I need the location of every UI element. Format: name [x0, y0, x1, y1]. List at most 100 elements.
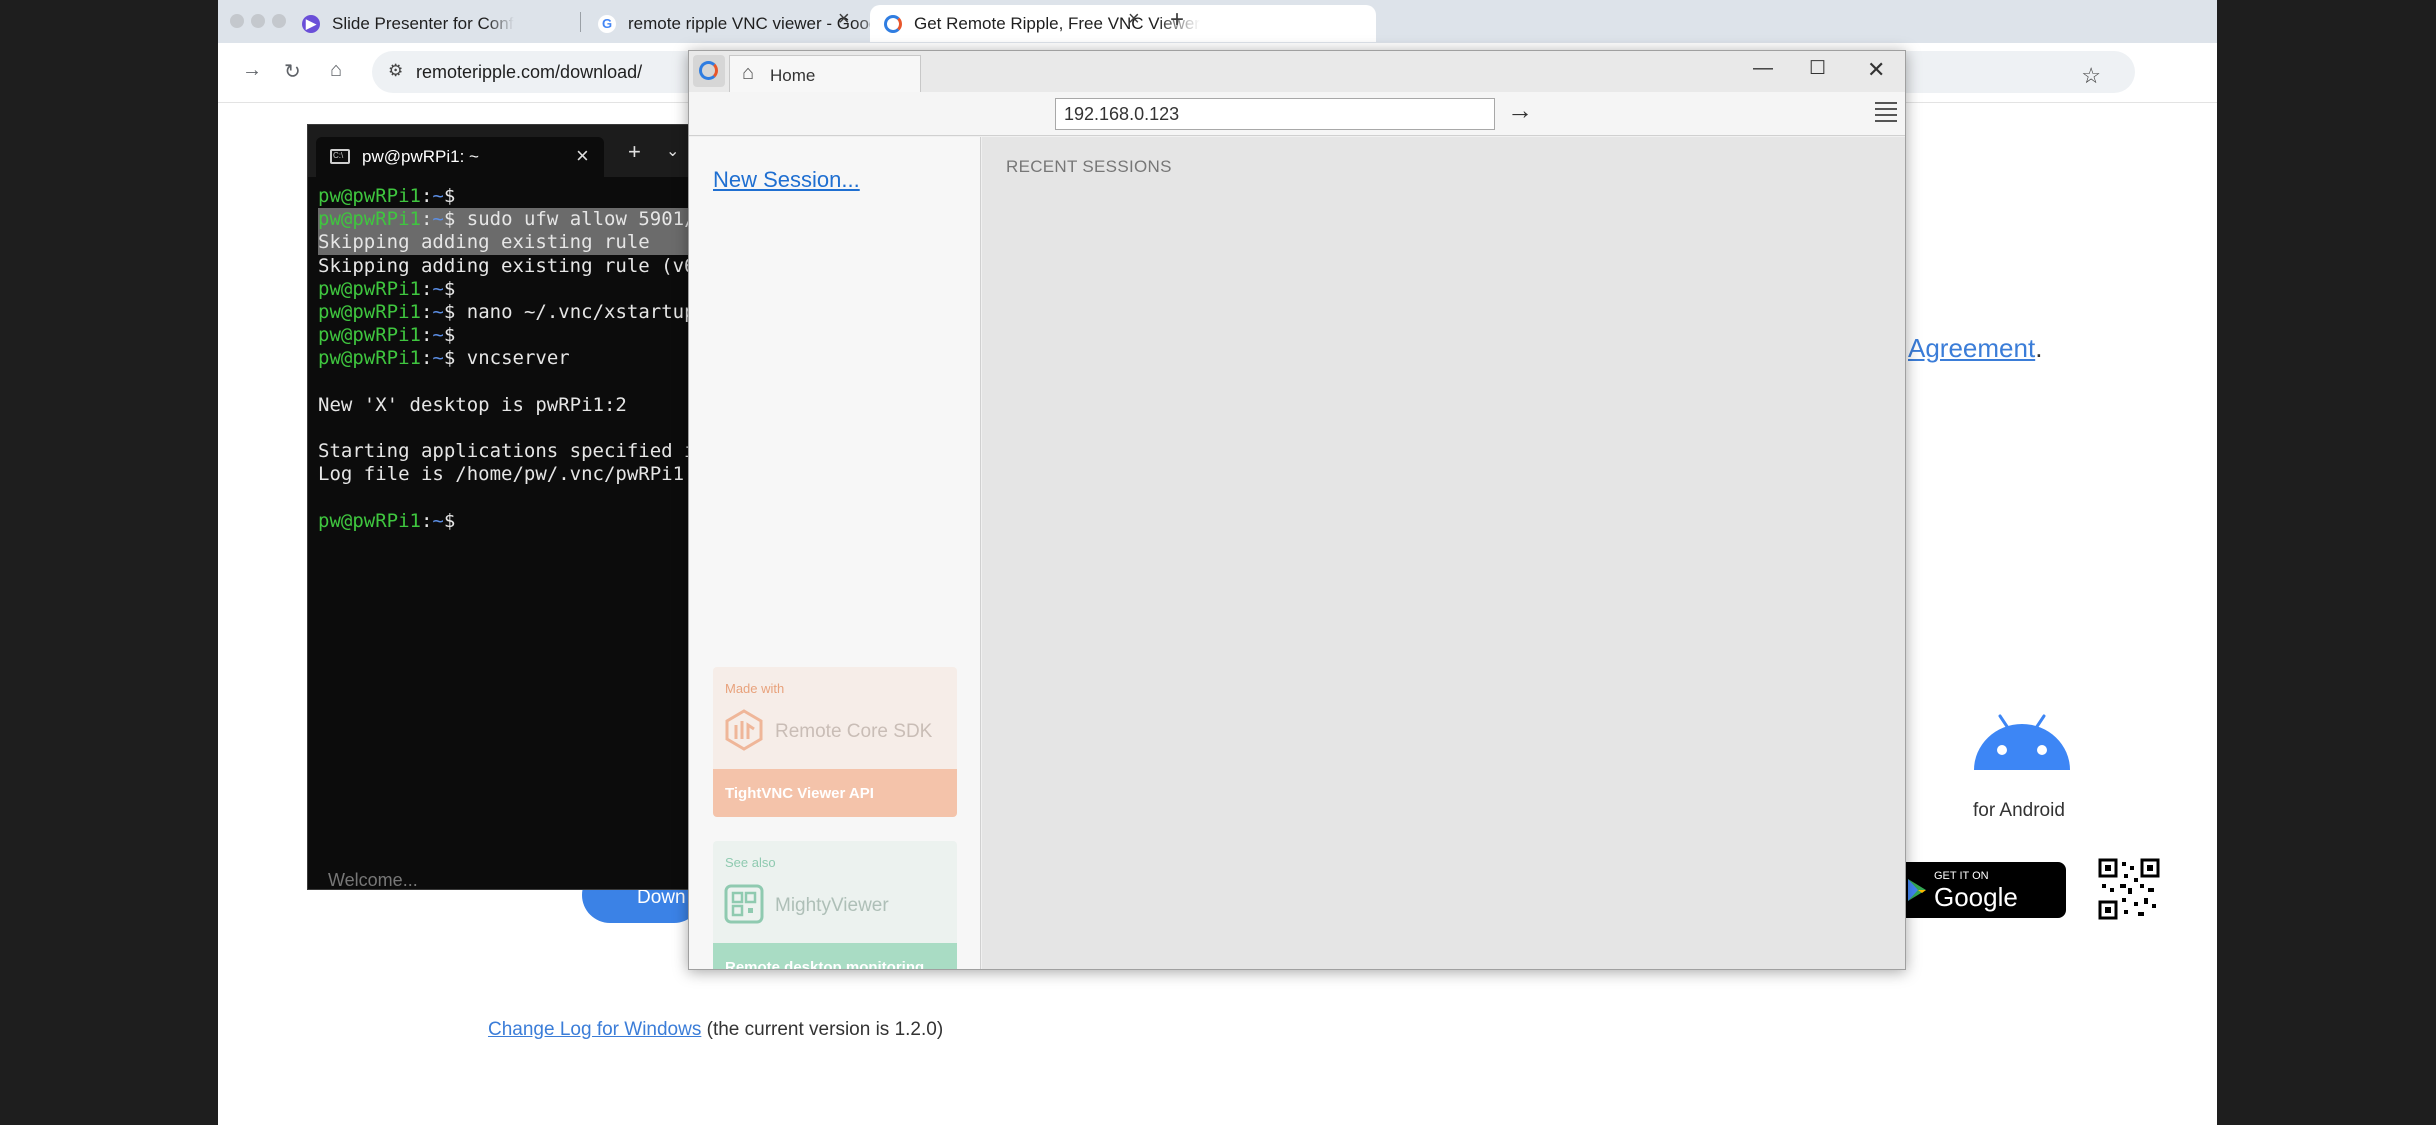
prompt-dollar: $: [443, 300, 456, 323]
new-session-link[interactable]: New Session...: [713, 167, 860, 193]
tab-remote-ripple[interactable]: Get Remote Ripple, Free VNC Viewer: [870, 5, 1376, 42]
home-icon[interactable]: ⌂: [330, 59, 342, 82]
terminal-line: Skipping adding existing rule: [318, 231, 696, 255]
remote-ripple-logo-icon[interactable]: [693, 55, 725, 87]
terminal-tab-title: pw@pwRPi1: ~: [362, 147, 479, 166]
terminal-icon: C:\: [330, 149, 350, 164]
connect-arrow-icon[interactable]: →: [1507, 95, 1533, 126]
prompt-user: pw@pwRPi1: [318, 185, 421, 207]
terminal-titlebar: C:\ pw@pwRPi1: ~ × + ⌄: [308, 125, 696, 177]
recent-sessions-title: RECENT SESSIONS: [1006, 157, 1172, 176]
prompt-path: ~: [432, 324, 444, 347]
prompt-path: ~: [432, 300, 444, 323]
terminal-line: Skipping adding existing rule (v6): [318, 255, 696, 278]
close-icon[interactable]: ✕: [1867, 57, 1885, 83]
recent-sessions-panel: RECENT SESSIONS: [982, 137, 1905, 969]
prompt-user: pw@pwRPi1: [318, 300, 421, 323]
vnc-home-tab-label: Home: [770, 66, 816, 85]
promo-bar-label: Remote desktop monitoring: [725, 959, 925, 970]
prompt-separator: :: [420, 509, 433, 532]
mightyviewer-logo-icon: [724, 884, 764, 924]
forward-icon[interactable]: →: [242, 59, 262, 82]
remote-core-sdk-logo-icon: [725, 709, 763, 751]
changelog-link[interactable]: Change Log for Windows: [488, 1019, 701, 1040]
prompt-user: pw@pwRPi1: [318, 208, 421, 231]
terminal-line: Starting applications specified in: [318, 440, 697, 463]
google-play-badge[interactable]: GET IT ON Google Play: [1898, 862, 2066, 943]
prompt-separator: :: [420, 347, 433, 370]
play-store-icon: [1908, 879, 1926, 901]
gplay-big-text: Google Play: [1934, 882, 2018, 943]
maximize-icon[interactable]: ☐: [1809, 57, 1826, 80]
promo-remote-core-sdk[interactable]: Made with Remote Core SDK TightVNC Viewe…: [713, 667, 957, 817]
prompt-user: pw@pwRPi1: [318, 324, 421, 347]
prompt-user: pw@pwRPi1: [318, 347, 421, 370]
terminal-footer-text: Welcome...: [328, 870, 418, 890]
agreement-period: .: [2035, 333, 2043, 363]
vnc-home-tab[interactable]: ⌂ Home: [729, 55, 921, 92]
tab-label: Get Remote Ripple, Free VNC Viewer: [914, 13, 1200, 33]
window-minimize-dot[interactable]: [251, 14, 265, 28]
home-icon: ⌂: [742, 62, 755, 84]
terminal-line: pw@pwRPi1:~$: [318, 277, 696, 301]
changelog-line: Change Log for Windows (the current vers…: [488, 1019, 943, 1041]
android-icon: [1974, 714, 2070, 770]
terminal-line: pw@pwRPi1:~$: [318, 324, 696, 347]
prompt-user: pw@pwRPi1: [318, 509, 421, 532]
tab-close-icon[interactable]: ×: [1128, 8, 1140, 31]
prompt-path: ~: [432, 208, 444, 231]
tab-close-icon[interactable]: ×: [838, 8, 850, 31]
terminal-command: nano ~/.vnc/xstartup: [455, 300, 696, 323]
promo-bar-label: TightVNC Viewer API: [725, 785, 874, 802]
promo-mightyviewer[interactable]: See also MightyViewer Remote desktop mon…: [713, 841, 957, 970]
prompt-dollar: $: [443, 208, 456, 231]
terminal-line: pw@pwRPi1:~$: [318, 185, 696, 208]
terminal-output-text: Skipping adding existing rule: [318, 231, 650, 254]
terminal-line: Log file is /home/pw/.vnc/pwRPi1:2: [318, 463, 696, 486]
tab-label: remote ripple VNC viewer - Google: [628, 13, 892, 33]
prompt-separator: :: [420, 277, 433, 300]
url-text[interactable]: remoteripple.com/download/: [416, 62, 642, 83]
tab-separator: [580, 12, 581, 32]
prompt-separator: :: [420, 185, 433, 207]
new-tab-button[interactable]: +: [1170, 6, 1184, 34]
window-zoom-dot[interactable]: [272, 14, 286, 28]
terminal-tab-close-icon[interactable]: ×: [576, 143, 589, 169]
agreement-link[interactable]: Agreement: [1908, 333, 2035, 363]
google-icon: G: [598, 14, 616, 33]
promo-caption: Made with: [725, 681, 785, 696]
site-info-icon[interactable]: ⚙: [388, 61, 403, 81]
vnc-address-input[interactable]: [1055, 98, 1495, 130]
prompt-path: ~: [432, 277, 444, 300]
gplay-small-text: GET IT ON: [1934, 870, 1989, 882]
prompt-user: pw@pwRPi1: [318, 277, 421, 300]
remote-ripple-icon: [884, 14, 902, 33]
terminal-line: New 'X' desktop is pwRPi1:2: [318, 394, 696, 417]
prompt-path: ~: [432, 509, 444, 532]
terminal-command: vncserver: [455, 347, 570, 370]
minimize-icon[interactable]: —: [1753, 57, 1773, 80]
prompt-separator: :: [420, 300, 433, 323]
terminal-window[interactable]: C:\ pw@pwRPi1: ~ × + ⌄ pw@pwRPi1:~$ pw@pw…: [307, 124, 697, 890]
reload-icon[interactable]: ↻: [284, 59, 301, 84]
tab-slide-presenter[interactable]: ▶ Slide Presenter for Confluence: [288, 5, 528, 42]
terminal-output[interactable]: pw@pwRPi1:~$ pw@pwRPi1:~$ sudo ufw allow …: [318, 185, 697, 533]
prompt-path: ~: [432, 347, 444, 370]
terminal-line: pw@pwRPi1:~$ sudo ufw allow 5901/tcp: [318, 208, 696, 232]
prompt-dollar: $: [443, 185, 456, 207]
changelog-version-text: (the current version is 1.2.0): [701, 1019, 944, 1040]
qr-code: [2098, 858, 2160, 920]
terminal-output-text: Starting applications specified in: [318, 440, 697, 463]
terminal-command: sudo ufw allow 5901/tcp: [466, 208, 696, 231]
terminal-line: pw@pwRPi1:~$ vncserver: [318, 347, 696, 370]
bookmark-star-icon[interactable]: ☆: [2081, 63, 2101, 89]
window-close-dot[interactable]: [230, 14, 244, 28]
terminal-dropdown-icon[interactable]: ⌄: [666, 141, 679, 161]
terminal-tab[interactable]: C:\ pw@pwRPi1: ~ ×: [316, 137, 604, 177]
hamburger-menu-icon[interactable]: [1875, 102, 1897, 122]
promo-name: MightyViewer: [775, 895, 889, 916]
terminal-new-tab-icon[interactable]: +: [628, 139, 641, 165]
prompt-dollar: $: [443, 324, 456, 347]
